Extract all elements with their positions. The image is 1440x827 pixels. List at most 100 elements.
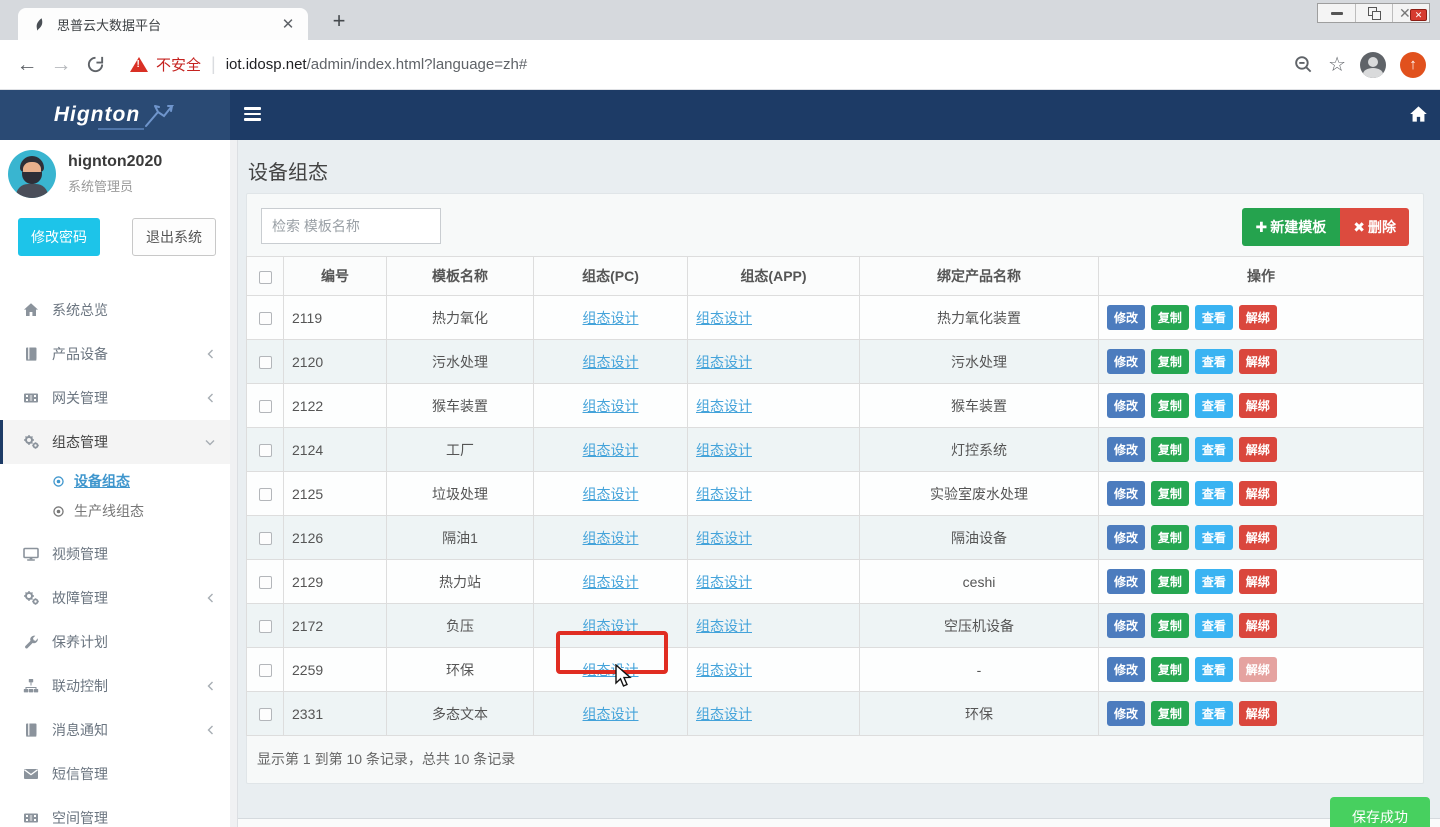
row-checkbox[interactable]: [259, 576, 272, 589]
unbind-button[interactable]: 解绑: [1239, 305, 1277, 330]
row-checkbox[interactable]: [259, 708, 272, 721]
sidebar-scrollbar[interactable]: [230, 140, 238, 827]
reload-button[interactable]: [78, 55, 112, 74]
sidebar-item-message[interactable]: 消息通知: [0, 708, 230, 752]
copy-button[interactable]: 复制: [1151, 481, 1189, 506]
pc-config-link[interactable]: 组态设计: [583, 662, 639, 678]
pc-config-link[interactable]: 组态设计: [583, 398, 639, 414]
logo[interactable]: Hignton: [0, 90, 230, 140]
view-button[interactable]: 查看: [1195, 305, 1233, 330]
sidebar-item-gateway[interactable]: 网关管理: [0, 376, 230, 420]
unbind-button[interactable]: 解绑: [1239, 349, 1277, 374]
unbind-button[interactable]: 解绑: [1239, 393, 1277, 418]
unbind-button[interactable]: 解绑: [1239, 437, 1277, 462]
pc-config-link[interactable]: 组态设计: [583, 618, 639, 634]
sidebar-item-space[interactable]: 空间管理: [0, 796, 230, 827]
pc-config-link[interactable]: 组态设计: [583, 442, 639, 458]
row-checkbox[interactable]: [259, 356, 272, 369]
unbind-button[interactable]: 解绑: [1239, 657, 1277, 682]
back-button[interactable]: ←: [10, 53, 44, 77]
unbind-button[interactable]: 解绑: [1239, 525, 1277, 550]
view-button[interactable]: 查看: [1195, 481, 1233, 506]
sidebar-item-video[interactable]: 视频管理: [0, 532, 230, 576]
copy-button[interactable]: 复制: [1151, 437, 1189, 462]
app-config-link[interactable]: 组态设计: [696, 486, 752, 502]
app-config-link[interactable]: 组态设计: [696, 442, 752, 458]
bookmark-star-icon[interactable]: ☆: [1328, 52, 1346, 77]
copy-button[interactable]: 复制: [1151, 525, 1189, 550]
sidebar-item-product[interactable]: 产品设备: [0, 332, 230, 376]
sidebar-subitem-device-config[interactable]: 设备组态: [0, 466, 230, 496]
edit-button[interactable]: 修改: [1107, 481, 1145, 506]
edit-button[interactable]: 修改: [1107, 569, 1145, 594]
copy-button[interactable]: 复制: [1151, 657, 1189, 682]
zoom-icon[interactable]: [1293, 54, 1314, 75]
row-checkbox[interactable]: [259, 312, 272, 325]
app-config-link[interactable]: 组态设计: [696, 662, 752, 678]
view-button[interactable]: 查看: [1195, 525, 1233, 550]
logout-button[interactable]: 退出系统: [132, 218, 216, 256]
row-checkbox[interactable]: [259, 444, 272, 457]
edit-button[interactable]: 修改: [1107, 305, 1145, 330]
view-button[interactable]: 查看: [1195, 613, 1233, 638]
row-checkbox[interactable]: [259, 620, 272, 633]
copy-button[interactable]: 复制: [1151, 569, 1189, 594]
browser-tab[interactable]: 思普云大数据平台 ✕: [18, 8, 308, 40]
app-config-link[interactable]: 组态设计: [696, 310, 752, 326]
window-restore-button[interactable]: [1355, 4, 1392, 22]
pc-config-link[interactable]: 组态设计: [583, 486, 639, 502]
browser-update-icon[interactable]: ↑: [1400, 52, 1426, 78]
security-chip[interactable]: 不安全 |: [130, 54, 226, 75]
view-button[interactable]: 查看: [1195, 437, 1233, 462]
copy-button[interactable]: 复制: [1151, 305, 1189, 330]
sidebar-item-fault[interactable]: 故障管理: [0, 576, 230, 620]
pc-config-link[interactable]: 组态设计: [583, 574, 639, 590]
edit-button[interactable]: 修改: [1107, 525, 1145, 550]
app-config-link[interactable]: 组态设计: [696, 574, 752, 590]
search-input[interactable]: [261, 208, 441, 244]
edit-button[interactable]: 修改: [1107, 437, 1145, 462]
unbind-button[interactable]: 解绑: [1239, 613, 1277, 638]
sidebar-item-sms[interactable]: 短信管理: [0, 752, 230, 796]
edit-button[interactable]: 修改: [1107, 701, 1145, 726]
app-config-link[interactable]: 组态设计: [696, 530, 752, 546]
sidebar-item-maintain[interactable]: 保养计划: [0, 620, 230, 664]
copy-button[interactable]: 复制: [1151, 349, 1189, 374]
sidebar-item-config[interactable]: 组态管理: [0, 420, 230, 464]
delete-button[interactable]: ✖删除: [1340, 208, 1409, 246]
edit-button[interactable]: 修改: [1107, 349, 1145, 374]
tab-close-icon[interactable]: ✕: [278, 15, 298, 33]
sidebar-toggle-button[interactable]: [244, 107, 261, 124]
pc-config-link[interactable]: 组态设计: [583, 530, 639, 546]
sidebar-subitem-line-config[interactable]: 生产线组态: [0, 496, 230, 526]
pc-config-link[interactable]: 组态设计: [583, 706, 639, 722]
edit-button[interactable]: 修改: [1107, 393, 1145, 418]
view-button[interactable]: 查看: [1195, 701, 1233, 726]
pc-config-link[interactable]: 组态设计: [583, 354, 639, 370]
address-bar[interactable]: iot.idosp.net/admin/index.html?language=…: [226, 56, 527, 73]
unbind-button[interactable]: 解绑: [1239, 701, 1277, 726]
view-button[interactable]: 查看: [1195, 393, 1233, 418]
browser-profile-icon[interactable]: [1360, 52, 1386, 78]
copy-button[interactable]: 复制: [1151, 701, 1189, 726]
app-config-link[interactable]: 组态设计: [696, 354, 752, 370]
edit-button[interactable]: 修改: [1107, 613, 1145, 638]
forward-button[interactable]: →: [44, 53, 78, 77]
app-config-link[interactable]: 组态设计: [696, 398, 752, 414]
window-minimize-button[interactable]: [1318, 4, 1355, 22]
app-config-link[interactable]: 组态设计: [696, 706, 752, 722]
copy-button[interactable]: 复制: [1151, 613, 1189, 638]
row-checkbox[interactable]: [259, 664, 272, 677]
new-template-button[interactable]: ✚新建模板: [1242, 208, 1341, 246]
change-password-button[interactable]: 修改密码: [18, 218, 100, 256]
window-close-button[interactable]: ✕✕: [1392, 4, 1429, 22]
pc-config-link[interactable]: 组态设计: [583, 310, 639, 326]
select-all-checkbox[interactable]: [259, 271, 272, 284]
sidebar-item-linkage[interactable]: 联动控制: [0, 664, 230, 708]
row-checkbox[interactable]: [259, 532, 272, 545]
view-button[interactable]: 查看: [1195, 349, 1233, 374]
app-config-link[interactable]: 组态设计: [696, 618, 752, 634]
copy-button[interactable]: 复制: [1151, 393, 1189, 418]
view-button[interactable]: 查看: [1195, 569, 1233, 594]
home-icon[interactable]: [1409, 105, 1428, 124]
